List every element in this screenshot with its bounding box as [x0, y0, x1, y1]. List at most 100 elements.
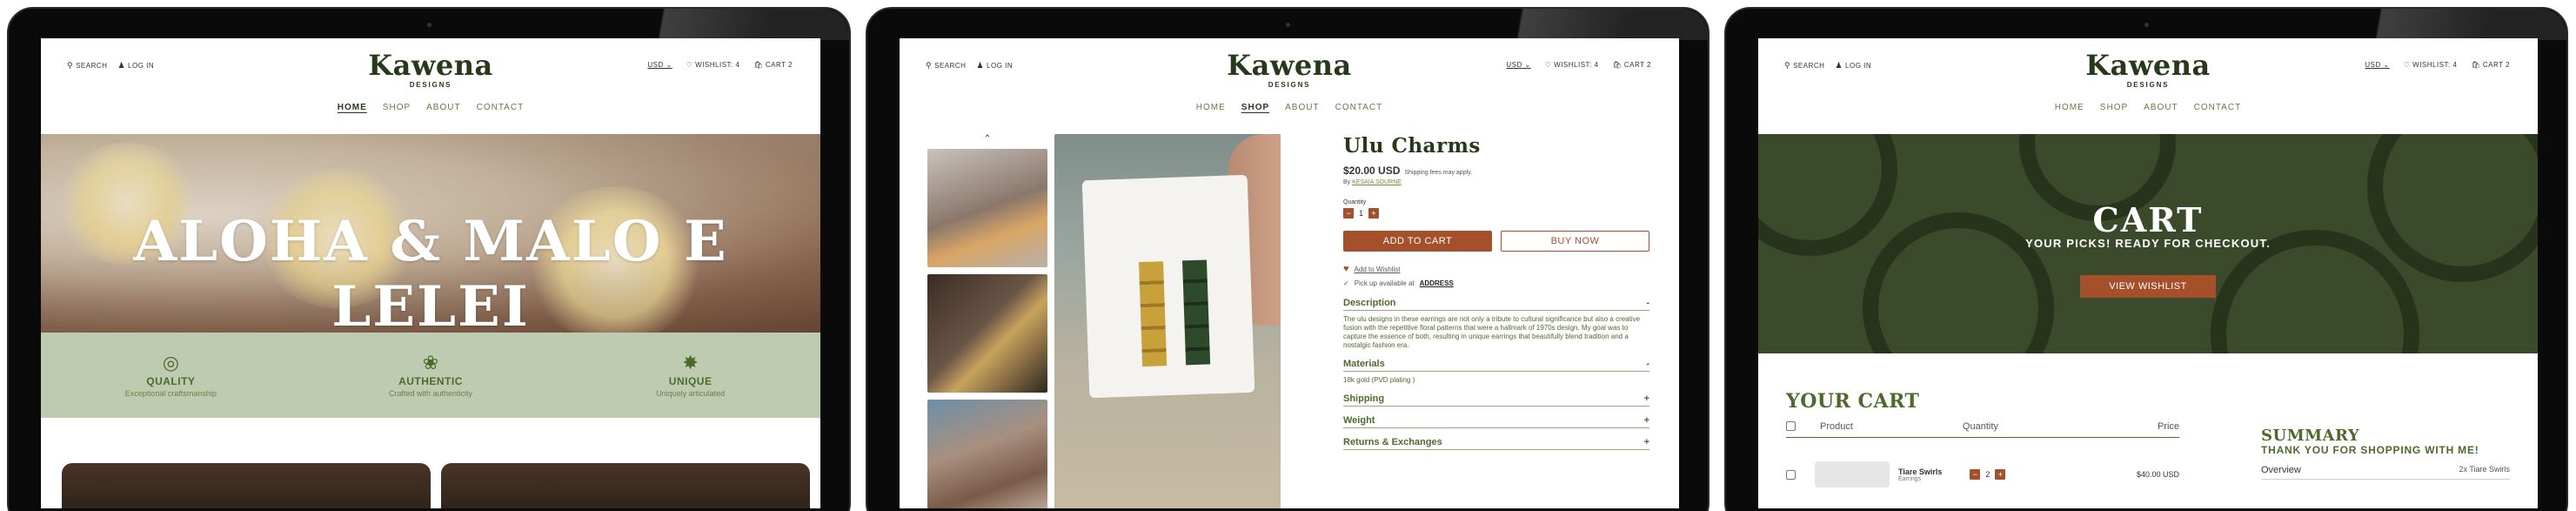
accordion-shipping[interactable]: Shipping +: [1343, 393, 1649, 407]
glare: [588, 9, 849, 40]
nav-about[interactable]: ABOUT: [2144, 103, 2178, 112]
collection-card[interactable]: [441, 463, 810, 508]
product-author: By KESAIA SOURNE: [1343, 179, 1402, 185]
screen-cart: ⚲ SEARCH ♟ LOG IN Kawena DESIGNS USD ⌄ ♡ W…: [1758, 38, 2538, 508]
bag-icon: 🛍︎: [1612, 61, 1623, 69]
glare: [1447, 9, 1708, 40]
item-name: Tiare Swirls: [1898, 467, 1943, 476]
cart-hero: CART YOUR PICKS! READY FOR CHECKOUT. VIE…: [1758, 134, 2538, 353]
nav-contact[interactable]: CONTACT: [1335, 103, 1383, 112]
product-accordion: Description - The ulu designs in these ea…: [1343, 298, 1649, 450]
nav-home[interactable]: HOME: [2055, 103, 2084, 112]
currency-select[interactable]: USD ⌄: [2365, 61, 2389, 69]
description-text: The ulu designs in these earrings are no…: [1343, 315, 1641, 349]
collection-card[interactable]: [62, 463, 431, 508]
cart-link[interactable]: 🛍︎ CART 2: [753, 61, 793, 69]
nav-shop[interactable]: SHOP: [1241, 103, 1269, 112]
thumbnail-image[interactable]: [927, 400, 1047, 508]
site-header: ⚲ SEARCH ♟ LOG IN Kawena DESIGNS USD ⌄ ♡ W…: [900, 38, 1679, 125]
hero-banner: ALOHA & MALO E LELEI: [41, 134, 820, 343]
hero-title: ALOHA & MALO E LELEI: [133, 209, 728, 340]
author-link[interactable]: KESAIA SOURNE: [1352, 179, 1402, 185]
view-wishlist-button[interactable]: VIEW WISHLIST: [2080, 275, 2216, 298]
wishlist-link[interactable]: ♡ WISHLIST: 4: [686, 61, 740, 69]
features-strip: ◎ QUALITY Exceptional craftsmanship ❀ AU…: [41, 333, 820, 418]
decrease-button[interactable]: −: [1343, 208, 1354, 219]
feature-authentic: ❀ AUTHENTIC Crafted with authenticity: [326, 353, 535, 399]
webcam: [1286, 23, 1290, 27]
nav-shop[interactable]: SHOP: [383, 103, 411, 112]
item-image: [1815, 461, 1890, 487]
main-nav: HOME SHOP ABOUT CONTACT: [41, 103, 820, 112]
increase-button[interactable]: +: [1995, 469, 2006, 480]
wishlist-link[interactable]: ♡ WISHLIST: 4: [2404, 61, 2458, 69]
target-icon: ◎: [162, 352, 179, 373]
increase-button[interactable]: +: [1368, 208, 1380, 219]
screen-home: ⚲ SEARCH ♟ LOG IN Kawena DESIGNS USD ⌄ ♡ W…: [41, 38, 820, 508]
main-nav: HOME SHOP ABOUT CONTACT: [1758, 103, 2538, 112]
main-nav: HOME SHOP ABOUT CONTACT: [900, 103, 1679, 112]
materials-text: 18k gold (PVD plating ): [1343, 376, 1415, 384]
logo[interactable]: Kawena DESIGNS: [41, 50, 820, 89]
webcam: [2144, 23, 2149, 27]
cart-link[interactable]: 🛍︎ CART 2: [2471, 61, 2510, 69]
currency-select[interactable]: USD ⌄: [1506, 61, 1530, 69]
webcam: [427, 23, 432, 27]
heart-icon: ♡: [686, 61, 693, 69]
currency-select[interactable]: USD ⌄: [647, 61, 672, 69]
cart-table-header: Product Quantity Price: [1786, 421, 2179, 438]
summary-overview: Overview 2x Tiare Swirls: [2261, 465, 2510, 480]
thumbnail-image[interactable]: [927, 149, 1047, 267]
quantity-stepper: − 2 +: [1970, 469, 2006, 480]
earring-card: [1081, 174, 1255, 399]
nav-shop[interactable]: SHOP: [2100, 103, 2128, 112]
accordion-weight[interactable]: Weight +: [1343, 415, 1649, 428]
address-link[interactable]: ADDRESS: [1420, 279, 1454, 287]
summary-subtitle: THANK YOU FOR SHOPPING WITH ME!: [2261, 444, 2479, 456]
cart-link[interactable]: 🛍︎ CART 2: [1612, 61, 1651, 69]
heart-icon: ♡: [2403, 61, 2411, 69]
add-to-wishlist[interactable]: ♥ Add to Wishlist: [1343, 264, 1649, 274]
gold-earring: [1139, 261, 1168, 367]
nav-home[interactable]: HOME: [338, 103, 367, 112]
bag-icon: 🛍︎: [2471, 61, 2481, 69]
nav-about[interactable]: ABOUT: [426, 103, 460, 112]
logo[interactable]: Kawena DESIGNS: [1758, 50, 2538, 89]
item-variant: Earrings: [1898, 475, 1922, 482]
nav-home[interactable]: HOME: [1196, 103, 1226, 112]
cart-item-row: Tiare Swirls Earrings − 2 + $40.00 USD: [1786, 461, 2179, 487]
green-earring: [1181, 259, 1211, 366]
logo[interactable]: Kawena DESIGNS: [900, 50, 1679, 89]
product-image: [1054, 134, 1281, 508]
feature-unique: ✸ UNIQUE Uniquely articulated: [586, 352, 795, 399]
add-to-cart-button[interactable]: ADD TO CART: [1343, 231, 1492, 252]
sun-icon: ✸: [682, 352, 699, 373]
quantity-value[interactable]: 1: [1359, 209, 1363, 218]
item-price: $40.00 USD: [2136, 470, 2179, 479]
accordion-description[interactable]: Description -: [1343, 298, 1649, 311]
heart-icon: ♥: [1343, 264, 1349, 274]
accordion-materials[interactable]: Materials -: [1343, 359, 1649, 372]
thumbnail-gallery: ⌃: [927, 134, 1047, 508]
nav-about[interactable]: ABOUT: [1285, 103, 1319, 112]
nav-contact[interactable]: CONTACT: [477, 103, 525, 112]
wishlist-link[interactable]: ♡ WISHLIST: 4: [1545, 61, 1599, 69]
summary-title: SUMMARY: [2261, 427, 2360, 445]
site-header: ⚲ SEARCH ♟ LOG IN Kawena DESIGNS USD ⌄ ♡ W…: [1758, 38, 2538, 125]
nav-contact[interactable]: CONTACT: [2194, 103, 2242, 112]
glare: [2305, 9, 2566, 40]
feature-quality: ◎ QUALITY Exceptional craftsmanship: [66, 352, 275, 399]
heart-icon: ♡: [1544, 61, 1552, 69]
decrease-button[interactable]: −: [1970, 469, 1981, 480]
accordion-returns[interactable]: Returns & Exchanges +: [1343, 437, 1649, 450]
thumbnail-image[interactable]: [927, 274, 1047, 393]
monitor-home: ⚲ SEARCH ♟ LOG IN Kawena DESIGNS USD ⌄ ♡ W…: [7, 7, 851, 511]
bag-icon: 🛍︎: [753, 61, 764, 69]
quantity-stepper: − 1 +: [1343, 208, 1649, 219]
pickup-info: ✓ Pick up available at ADDRESS: [1343, 279, 1454, 287]
select-all-checkbox[interactable]: [1786, 421, 1796, 431]
item-checkbox[interactable]: [1786, 469, 1796, 480]
buy-now-button[interactable]: BUY NOW: [1501, 231, 1649, 252]
chevron-up-icon[interactable]: ⌃: [927, 134, 1047, 144]
product-info: Ulu Charms $20.00 USD Shipping fees may …: [1343, 134, 1649, 450]
